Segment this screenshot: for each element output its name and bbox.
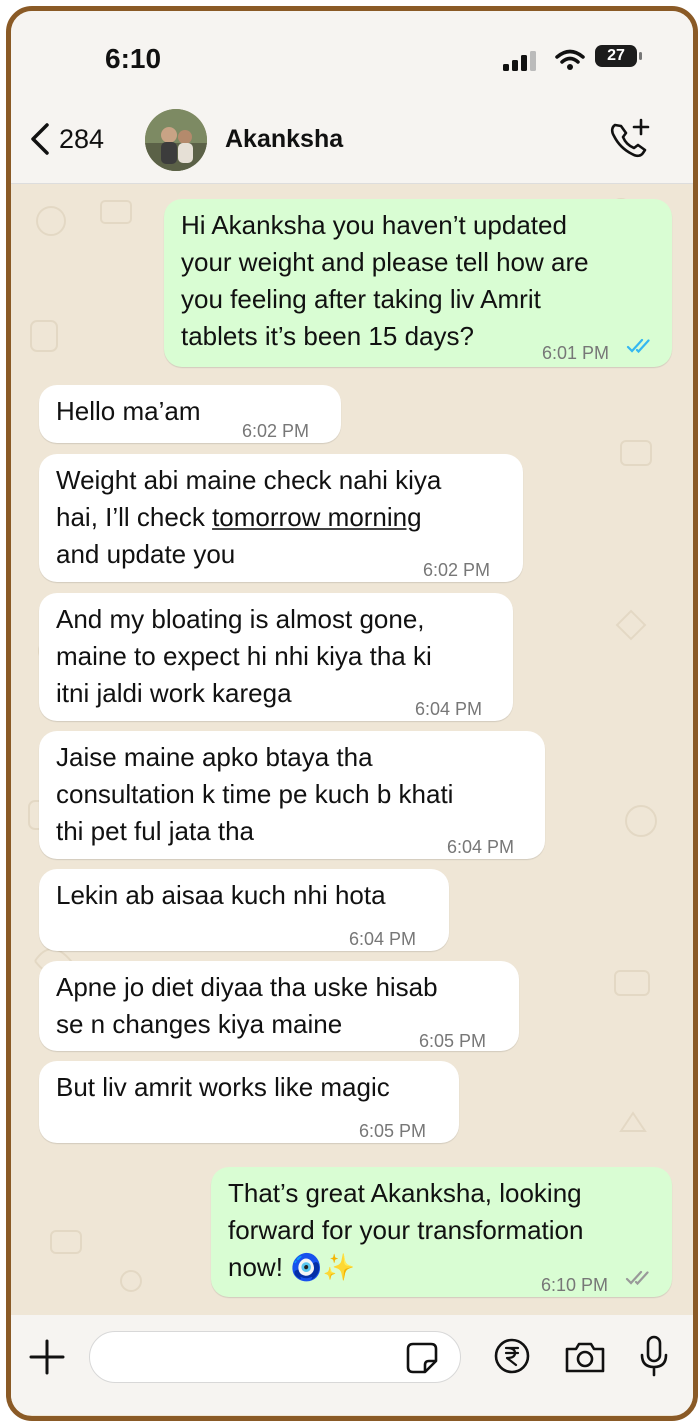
contact-avatar[interactable] xyxy=(145,109,207,171)
status-time: 6:10 xyxy=(105,43,162,74)
read-receipt-icon xyxy=(626,338,650,354)
message-input-bar xyxy=(11,1315,693,1415)
contact-name[interactable]: Akanksha xyxy=(225,125,343,154)
message-bubble-incoming[interactable]: Apne jo diet diyaa tha uske hisab se n c… xyxy=(39,961,519,1051)
status-bar: 6:10 27 xyxy=(11,11,693,99)
battery-icon: 27 xyxy=(595,45,637,67)
message-text: Jaise maine apko btaya tha consultation … xyxy=(56,742,454,846)
message-text: And my bloating is almost gone, maine to… xyxy=(56,604,432,708)
phone-frame: 6:10 27 284 Akanksha Hi Akanksha you hav… xyxy=(6,6,698,1421)
message-bubble-incoming[interactable]: Weight abi maine check nahi kiya hai, I’… xyxy=(39,454,523,582)
message-text: Hello ma’am xyxy=(56,396,201,426)
cellular-signal-icon xyxy=(503,51,536,71)
back-chevron-icon[interactable] xyxy=(21,119,61,159)
phone-plus-icon[interactable] xyxy=(607,117,655,161)
message-text: That’s great Akanksha, looking forward f… xyxy=(228,1178,584,1282)
message-bubble-outgoing[interactable]: Hi Akanksha you haven’t updated your wei… xyxy=(164,199,672,367)
message-bubble-incoming[interactable]: But liv amrit works like magic 6:05 PM xyxy=(39,1061,459,1143)
mic-icon[interactable] xyxy=(639,1335,669,1377)
message-text: Hi Akanksha you haven’t updated your wei… xyxy=(181,210,589,351)
message-text: Lekin ab aisaa kuch nhi hota xyxy=(56,880,386,910)
battery-cap xyxy=(639,52,642,60)
wifi-icon xyxy=(555,49,585,70)
chat-header: 284 Akanksha xyxy=(11,99,693,184)
sticker-icon[interactable] xyxy=(405,1341,439,1375)
rupee-icon[interactable] xyxy=(493,1337,531,1375)
message-bubble-incoming[interactable]: And my bloating is almost gone, maine to… xyxy=(39,593,513,721)
message-time: 6:04 PM xyxy=(447,837,515,857)
message-bubble-incoming[interactable]: Jaise maine apko btaya tha consultation … xyxy=(39,731,545,859)
message-time: 6:02 PM xyxy=(242,421,310,441)
message-bubble-incoming[interactable]: Lekin ab aisaa kuch nhi hota 6:04 PM xyxy=(39,869,449,951)
message-time: 6:05 PM xyxy=(359,1121,427,1141)
message-time: 6:04 PM xyxy=(349,929,417,949)
message-time: 6:04 PM xyxy=(415,699,483,719)
message-time: 6:10 PM xyxy=(541,1275,609,1295)
message-time: 6:01 PM xyxy=(542,343,610,363)
unread-count[interactable]: 284 xyxy=(59,124,104,155)
message-text: Apne jo diet diyaa tha uske hisab se n c… xyxy=(56,972,438,1039)
delivered-receipt-icon xyxy=(625,1270,649,1286)
date-link[interactable]: tomorrow morning xyxy=(212,502,422,532)
plus-icon[interactable] xyxy=(27,1337,67,1377)
message-text: Weight abi maine check nahi kiya hai, I’… xyxy=(56,465,442,569)
message-bubble-outgoing[interactable]: That’s great Akanksha, looking forward f… xyxy=(211,1167,672,1297)
message-text: But liv amrit works like magic xyxy=(56,1072,390,1102)
camera-icon[interactable] xyxy=(563,1339,607,1375)
message-time: 6:02 PM xyxy=(423,560,491,580)
message-bubble-incoming[interactable]: Hello ma’am 6:02 PM xyxy=(39,385,341,443)
message-time: 6:05 PM xyxy=(419,1031,487,1051)
